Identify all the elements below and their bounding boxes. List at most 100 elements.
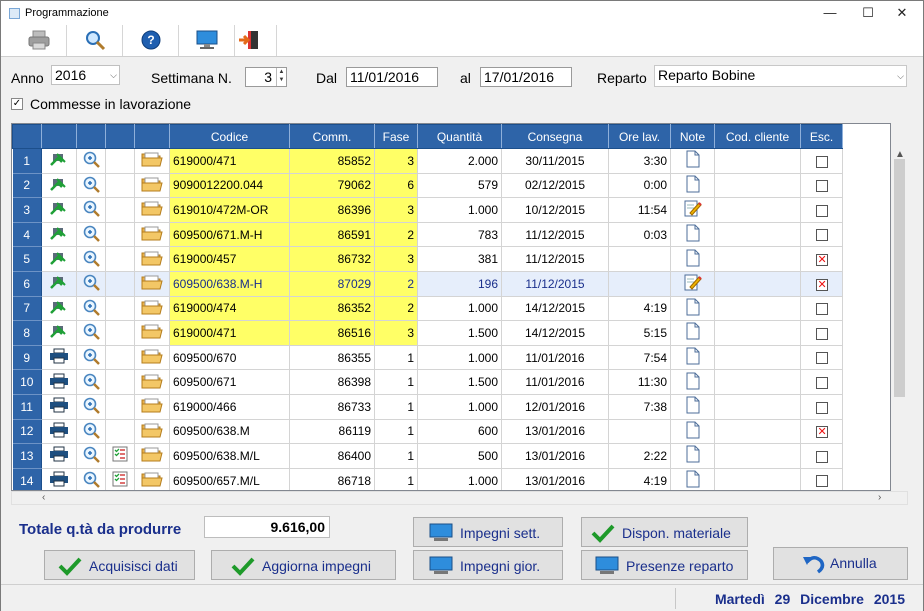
search-button[interactable] bbox=[67, 25, 123, 56]
fase-cell[interactable]: 3 bbox=[374, 320, 418, 346]
folder-cell[interactable] bbox=[134, 443, 170, 469]
esc-checkbox[interactable] bbox=[815, 425, 828, 439]
reparto-select[interactable]: Reparto Bobine ⌵ bbox=[654, 65, 907, 87]
settimana-stepper[interactable]: 3 ▲ ▼ bbox=[245, 67, 287, 87]
col-codice[interactable]: Codice bbox=[169, 124, 290, 149]
fase-cell[interactable]: 1 bbox=[374, 345, 418, 371]
comm-cell[interactable]: 86355 bbox=[289, 345, 375, 371]
esc-checkbox[interactable] bbox=[815, 204, 828, 217]
codice-cell[interactable]: 619000/471 bbox=[169, 148, 290, 174]
fase-cell[interactable]: 1 bbox=[374, 468, 418, 490]
fase-cell[interactable]: 2 bbox=[374, 296, 418, 322]
comm-cell[interactable]: 86718 bbox=[289, 468, 375, 490]
table-row[interactable]: 8 619000/471 86516 3 1.500 14/12/2015 5:15 bbox=[12, 320, 843, 346]
row-number[interactable]: 2 bbox=[12, 173, 42, 199]
row-number[interactable]: 13 bbox=[12, 443, 42, 469]
row-number[interactable]: 9 bbox=[12, 345, 42, 371]
codice-cell[interactable]: 609500/670 bbox=[169, 345, 290, 371]
comm-cell[interactable]: 79062 bbox=[289, 173, 375, 199]
print-cell[interactable] bbox=[41, 246, 77, 272]
quantita-cell[interactable]: 500 bbox=[417, 443, 502, 469]
quantita-cell[interactable]: 2.000 bbox=[417, 148, 502, 174]
note-cell[interactable] bbox=[670, 296, 715, 322]
zoom-cell[interactable] bbox=[76, 246, 106, 272]
consegna-cell[interactable]: 13/01/2016 bbox=[501, 443, 609, 469]
fase-cell[interactable]: 2 bbox=[374, 222, 418, 248]
ore-lav-cell[interactable]: 3:30 bbox=[608, 148, 671, 174]
comm-cell[interactable]: 86396 bbox=[289, 197, 375, 223]
cod-cliente-cell[interactable] bbox=[714, 296, 801, 322]
fase-cell[interactable]: 1 bbox=[374, 394, 418, 420]
consegna-cell[interactable]: 11/01/2016 bbox=[501, 369, 609, 395]
exit-button[interactable] bbox=[221, 25, 277, 56]
esc-cell[interactable] bbox=[800, 369, 843, 395]
comm-cell[interactable]: 86119 bbox=[289, 419, 375, 445]
table-row[interactable]: 11 619000/466 86733 1 1.000 12/01/2016 7:38 bbox=[12, 394, 843, 420]
zoom-cell[interactable] bbox=[76, 443, 106, 469]
cod-cliente-cell[interactable] bbox=[714, 222, 801, 248]
cod-cliente-cell[interactable] bbox=[714, 394, 801, 420]
codice-cell[interactable]: 9090012200.044 bbox=[169, 173, 290, 199]
esc-checkbox[interactable] bbox=[815, 475, 828, 488]
table-row[interactable]: 10 609500/671 86398 1 1.500 11/01/2016 11:30 bbox=[12, 369, 843, 395]
row-number[interactable]: 12 bbox=[12, 419, 42, 445]
quantita-cell[interactable]: 783 bbox=[417, 222, 502, 248]
cod-cliente-cell[interactable] bbox=[714, 173, 801, 199]
al-field[interactable]: 17/01/2016 bbox=[480, 67, 572, 87]
quantita-cell[interactable]: 1.500 bbox=[417, 369, 502, 395]
note-cell[interactable] bbox=[670, 222, 715, 248]
print-cell[interactable] bbox=[41, 468, 77, 490]
zoom-cell[interactable] bbox=[76, 222, 106, 248]
consegna-cell[interactable]: 11/01/2016 bbox=[501, 345, 609, 371]
help-button[interactable]: ? bbox=[123, 25, 179, 56]
horizontal-scrollbar[interactable]: ‹ › bbox=[11, 491, 908, 505]
ore-lav-cell[interactable]: 4:19 bbox=[608, 468, 671, 490]
comm-cell[interactable]: 86591 bbox=[289, 222, 375, 248]
checklist-cell[interactable] bbox=[105, 443, 135, 469]
folder-cell[interactable] bbox=[134, 468, 170, 490]
ore-lav-cell[interactable]: 0:03 bbox=[608, 222, 671, 248]
codice-cell[interactable]: 609500/638.M bbox=[169, 419, 290, 445]
print-cell[interactable] bbox=[41, 394, 77, 420]
comm-cell[interactable]: 86732 bbox=[289, 246, 375, 272]
print-cell[interactable] bbox=[41, 345, 77, 371]
cod-cliente-cell[interactable] bbox=[714, 419, 801, 445]
folder-cell[interactable] bbox=[134, 197, 170, 223]
col-ore-lav[interactable]: Ore lav. bbox=[608, 124, 671, 149]
zoom-cell[interactable] bbox=[76, 320, 106, 346]
ore-lav-cell[interactable]: 5:15 bbox=[608, 320, 671, 346]
cod-cliente-cell[interactable] bbox=[714, 320, 801, 346]
zoom-cell[interactable] bbox=[76, 197, 106, 223]
zoom-cell[interactable] bbox=[76, 394, 106, 420]
comm-cell[interactable]: 86398 bbox=[289, 369, 375, 395]
table-row[interactable]: 14 609500/657.M/L 86718 1 1.000 13/01/2016 4:1… bbox=[12, 468, 843, 490]
esc-checkbox[interactable] bbox=[815, 327, 828, 340]
ore-lav-cell[interactable]: 4:19 bbox=[608, 296, 671, 322]
consegna-cell[interactable]: 11/12/2015 bbox=[501, 271, 609, 297]
consegna-cell[interactable]: 12/01/2016 bbox=[501, 394, 609, 420]
comm-cell[interactable]: 86352 bbox=[289, 296, 375, 322]
fase-cell[interactable]: 3 bbox=[374, 197, 418, 223]
cod-cliente-cell[interactable] bbox=[714, 271, 801, 297]
checklist-cell[interactable] bbox=[105, 468, 135, 490]
ore-lav-cell[interactable] bbox=[608, 419, 671, 445]
zoom-cell[interactable] bbox=[76, 468, 106, 490]
fase-cell[interactable]: 1 bbox=[374, 443, 418, 469]
esc-cell[interactable] bbox=[800, 468, 843, 490]
note-cell[interactable] bbox=[670, 394, 715, 420]
print-cell[interactable] bbox=[41, 173, 77, 199]
folder-cell[interactable] bbox=[134, 148, 170, 174]
table-row[interactable]: 6 609500/638.M-H 87029 2 196 11/12/2015 bbox=[12, 271, 843, 297]
fase-cell[interactable]: 2 bbox=[374, 271, 418, 297]
codice-cell[interactable]: 609500/657.M/L bbox=[169, 468, 290, 490]
note-cell[interactable] bbox=[670, 246, 715, 272]
ore-lav-cell[interactable]: 7:38 bbox=[608, 394, 671, 420]
row-number[interactable]: 3 bbox=[12, 197, 42, 223]
table-row[interactable]: 5 619000/457 86732 3 381 11/12/2015 bbox=[12, 246, 843, 272]
esc-checkbox[interactable] bbox=[815, 376, 828, 389]
esc-checkbox[interactable] bbox=[815, 303, 828, 316]
cod-cliente-cell[interactable] bbox=[714, 148, 801, 174]
table-row[interactable]: 7 619000/474 86352 2 1.000 14/12/2015 4:19 bbox=[12, 296, 843, 322]
col-esc[interactable]: Esc. bbox=[800, 124, 843, 149]
impegni-sett-button[interactable]: Impegni sett. bbox=[413, 517, 563, 547]
